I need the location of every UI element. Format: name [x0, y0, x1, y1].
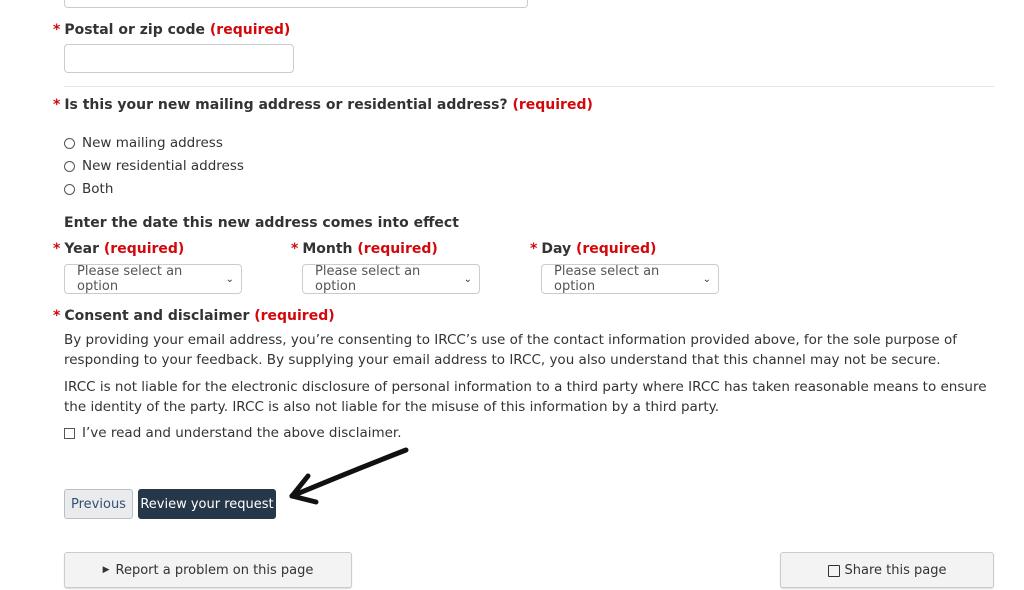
divider — [64, 86, 994, 87]
day-select[interactable]: Please select an option ⌄ — [541, 264, 719, 294]
consent-paragraph-1: By providing your email address, you’re … — [64, 332, 958, 368]
month-label: * Month (required) — [291, 241, 438, 257]
required-star: * — [53, 22, 61, 38]
year-label: * Year (required) — [53, 241, 185, 257]
review-request-button[interactable]: Review your request — [138, 489, 276, 519]
radio-button[interactable] — [64, 137, 75, 149]
effective-date-heading: Enter the date this new address comes in… — [64, 215, 459, 231]
chevron-down-icon: ⌄ — [225, 273, 234, 285]
chevron-down-icon: ⌄ — [702, 273, 711, 285]
radio-new-mailing-address[interactable]: New mailing address — [64, 135, 223, 151]
disclaimer-checkbox[interactable] — [64, 427, 75, 439]
previous-field-input[interactable] — [64, 0, 528, 8]
radio-button[interactable] — [64, 160, 75, 172]
consent-paragraph-2: IRCC is not liable for the electronic di… — [64, 379, 987, 415]
postal-code-label: * Postal or zip code (required) — [53, 22, 291, 38]
chevron-down-icon: ⌄ — [463, 273, 472, 285]
disclaimer-checkbox-row[interactable]: I’ve read and understand the above discl… — [64, 425, 402, 441]
radio-both[interactable]: Both — [64, 181, 113, 197]
year-select[interactable]: Please select an option ⌄ — [64, 264, 242, 294]
radio-button[interactable] — [64, 183, 75, 195]
day-label: * Day (required) — [530, 241, 657, 257]
triangle-right-icon: ▶ — [102, 565, 110, 575]
consent-label: * Consent and disclaimer (required) — [53, 308, 335, 324]
share-icon — [827, 565, 840, 577]
address-type-label: * Is this your new mailing address or res… — [53, 97, 593, 113]
radio-new-residential-address[interactable]: New residential address — [64, 158, 244, 174]
previous-button[interactable]: Previous — [64, 489, 133, 519]
arrow-annotation-icon — [289, 447, 409, 505]
month-select[interactable]: Please select an option ⌄ — [302, 264, 480, 294]
share-page-button[interactable]: Share this page — [780, 552, 994, 588]
postal-code-input[interactable] — [64, 44, 294, 73]
report-problem-button[interactable]: ▶ Report a problem on this page — [64, 552, 352, 588]
